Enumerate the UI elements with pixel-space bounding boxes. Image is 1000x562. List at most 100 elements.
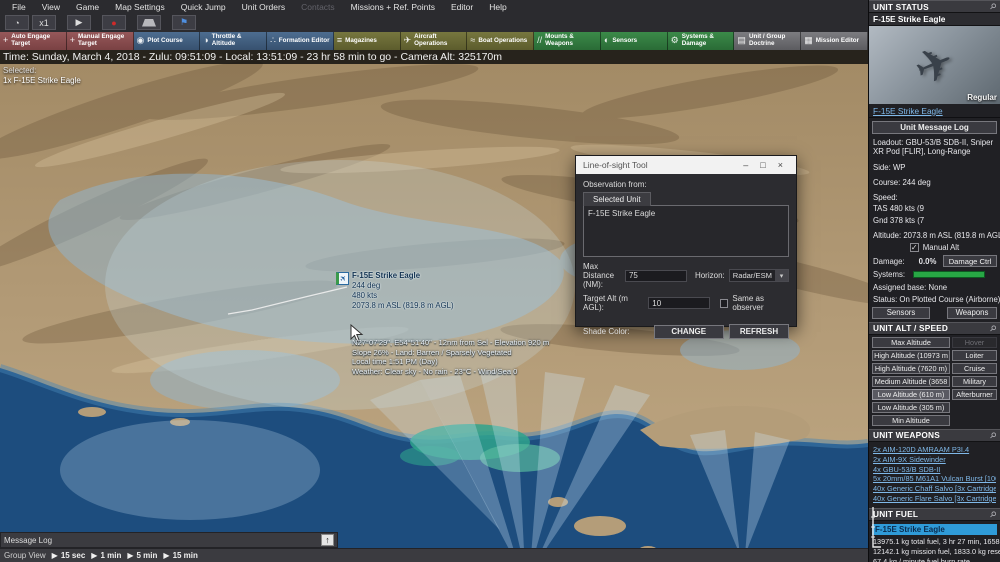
weapon-link[interactable]: 5x 20mm/85 M61A1 Vulcan Burst [100 rnds	[873, 474, 996, 484]
fuel-mission-text: 12142.1 kg mission fuel, 1833.0 kg reser…	[873, 546, 1000, 556]
mounts-weapons-button[interactable]: // Mounts & Weapons	[534, 32, 601, 50]
unit-status-header[interactable]: UNIT STATUS ⚲	[869, 0, 1000, 13]
button-label: Systems & Damage	[681, 33, 714, 47]
boat-operations-button[interactable]: ≈ Boat Operations	[467, 32, 535, 50]
throttle-cruise-button[interactable]: Cruise	[952, 362, 997, 374]
observer-listbox[interactable]: F-15E Strike Eagle	[583, 205, 789, 257]
manual-engage-target-button[interactable]: + Manual Engage Target	[66, 32, 134, 50]
status-text: Status: On Plotted Course (Airborne)	[873, 294, 1000, 304]
weapon-link[interactable]: 40x Generic Flare Salvo [3x Cartridges, …	[873, 494, 996, 504]
unit-marker[interactable]: ✈	[336, 272, 349, 285]
fuel-unit-row[interactable]: F-15E Strike Eagle	[872, 523, 997, 535]
menu-file[interactable]: File	[4, 2, 34, 12]
record-button[interactable]: ●	[102, 15, 126, 30]
target-alt-input[interactable]	[648, 297, 711, 309]
alt-max-button[interactable]: Max Altitude	[872, 336, 950, 348]
alt-low-610-button[interactable]: Low Altitude (610 m)	[872, 388, 950, 400]
alt-high-7620-button[interactable]: High Altitude (7620 m)	[872, 362, 950, 374]
weapon-link[interactable]: 4x GBU-53/B SDB-II	[873, 465, 996, 475]
formation-editor-button[interactable]: ∴ Formation Editor	[267, 32, 334, 50]
button-label: Mission Editor	[815, 36, 860, 44]
throttle-icon: ◑	[203, 35, 209, 46]
throttle-military-button[interactable]: Military	[952, 375, 997, 387]
formation-icon: ∴	[270, 35, 276, 46]
speed-multiplier-button[interactable]: x1	[32, 15, 56, 30]
damage-label: Damage:	[873, 256, 905, 266]
menu-game[interactable]: Game	[68, 2, 107, 12]
fuel-burn-text: 67.4 kg / minute fuel burn rate	[873, 556, 970, 562]
alt-high-10973-button[interactable]: High Altitude (10973 m	[872, 349, 950, 361]
weapon-link[interactable]: 2x AIM-120D AMRAAM P3I.4	[873, 445, 996, 455]
unit-message-log-button[interactable]: Unit Message Log	[872, 121, 997, 134]
systems-damage-button[interactable]: ⚙ Systems & Damage	[667, 32, 735, 50]
alt-low-305-button[interactable]: Low Altitude (305 m)	[872, 401, 950, 413]
change-shade-color-button[interactable]: CHANGE	[653, 324, 724, 339]
expand-message-log-button[interactable]: ↑	[321, 534, 334, 546]
time-step-5min[interactable]: ▶ 5 min	[127, 551, 157, 560]
sensors-panel-button[interactable]: Sensors	[872, 306, 930, 319]
sensors-button[interactable]: ◐ Sensors	[600, 32, 668, 50]
damage-ctrl-button[interactable]: Damage Ctrl	[943, 255, 997, 268]
throttle-loiter-button[interactable]: Loiter	[952, 349, 997, 361]
menu-view[interactable]: View	[34, 2, 68, 12]
unit-label-name: F-15E Strike Eagle	[352, 271, 421, 280]
play-icon: ▶	[51, 551, 58, 560]
mission-editor-button[interactable]: ▦ Mission Editor	[801, 32, 868, 50]
max-distance-input[interactable]	[624, 269, 687, 282]
weapon-link[interactable]: 40x Generic Chaff Salvo [3x Cartridges]	[873, 484, 996, 494]
message-log-bar[interactable]: Message Log ↑	[0, 532, 338, 548]
cursor-info-line: N27°07'29", E54°51'40" - 12nm from Sel -…	[352, 338, 550, 347]
weapons-panel-button[interactable]: Weapons	[947, 306, 997, 319]
unit-photo: ✈ Regular	[869, 26, 1000, 104]
speed-label: Speed:	[873, 193, 898, 203]
maximize-button[interactable]: □	[754, 160, 771, 170]
menu-missions-ref-points[interactable]: Missions + Ref. Points	[343, 2, 443, 12]
time-step-15min[interactable]: ▶ 15 min	[163, 551, 198, 560]
unit-label-speed: 480 kts	[352, 291, 378, 300]
weapon-link[interactable]: 2x AIM-9X Sidewinder	[873, 455, 996, 465]
auto-engage-target-button[interactable]: + Auto Engage Target	[0, 32, 67, 50]
observer-list-item[interactable]: F-15E Strike Eagle	[588, 209, 784, 218]
time-compression-button[interactable]: ◔	[5, 15, 29, 30]
unit-weapons-header[interactable]: UNIT WEAPONS ⚲	[869, 428, 1000, 442]
horizon-label: Horizon:	[694, 271, 725, 280]
menu-editor[interactable]: Editor	[443, 2, 481, 12]
unit-fuel-header[interactable]: UNIT FUEL ⚲	[869, 507, 1000, 521]
unit-alt-speed-header[interactable]: UNIT ALT / SPEED ⚲	[869, 321, 1000, 335]
alt-min-button[interactable]: Min Altitude	[872, 414, 950, 426]
refresh-button[interactable]: REFRESH	[729, 324, 789, 339]
alt-medium-3658-button[interactable]: Medium Altitude (3658	[872, 375, 950, 387]
cursor-info-line: Slope 26% - Land: Barren / Sparsely Vege…	[352, 347, 512, 357]
recorder-button[interactable]	[137, 15, 161, 30]
throttle-afterburner-button[interactable]: Afterburner	[952, 388, 997, 400]
menu-help[interactable]: Help	[481, 2, 514, 12]
time-step-label: 15 sec	[60, 551, 86, 560]
dialog-title-bar[interactable]: Line-of-sight Tool – □ ×	[576, 156, 796, 174]
close-button[interactable]: ×	[772, 160, 789, 170]
menu-quick-jump[interactable]: Quick Jump	[173, 2, 234, 12]
same-as-observer-checkbox[interactable]	[720, 298, 729, 308]
magazines-button[interactable]: ≡ Magazines	[333, 32, 401, 50]
menu-unit-orders[interactable]: Unit Orders	[234, 2, 293, 12]
manual-alt-checkbox[interactable]: ✓	[909, 243, 919, 253]
checkmark-icon: ✓	[910, 243, 918, 253]
unit-database-link[interactable]: F-15E Strike Eagle	[873, 106, 943, 116]
group-view-label: Group View	[4, 551, 46, 560]
play-button[interactable]: ▶	[67, 15, 91, 30]
aircraft-operations-button[interactable]: ✈ Aircraft Operations	[400, 32, 468, 50]
horizon-dropdown[interactable]: Radar/ESM ▾	[728, 269, 789, 282]
minimize-button[interactable]: –	[737, 160, 754, 170]
unit-group-doctrine-button[interactable]: ▤ Unit / Group Doctrine	[734, 32, 802, 50]
tab-selected-unit[interactable]: Selected Unit	[583, 192, 651, 206]
plot-course-button[interactable]: ◉ Plot Course	[133, 32, 201, 50]
unit-label-course: 244 deg	[352, 281, 381, 290]
action-toolbar: + Auto Engage Target + Manual Engage Tar…	[0, 32, 868, 50]
throttle-altitude-button[interactable]: ◑ Throttle & Altitude	[200, 32, 268, 50]
bookmark-button[interactable]: ⚑	[172, 15, 196, 30]
group-view-bar: Group View ▶ 15 sec ▶ 1 min ▶ 5 min ▶ 15…	[0, 548, 868, 562]
side-text: Side: WP	[873, 162, 906, 172]
button-label: Manual Engage Target	[78, 33, 125, 47]
time-step-15sec[interactable]: ▶ 15 sec	[52, 551, 86, 560]
menu-map-settings[interactable]: Map Settings	[107, 2, 173, 12]
time-step-1min[interactable]: ▶ 1 min	[91, 551, 121, 560]
